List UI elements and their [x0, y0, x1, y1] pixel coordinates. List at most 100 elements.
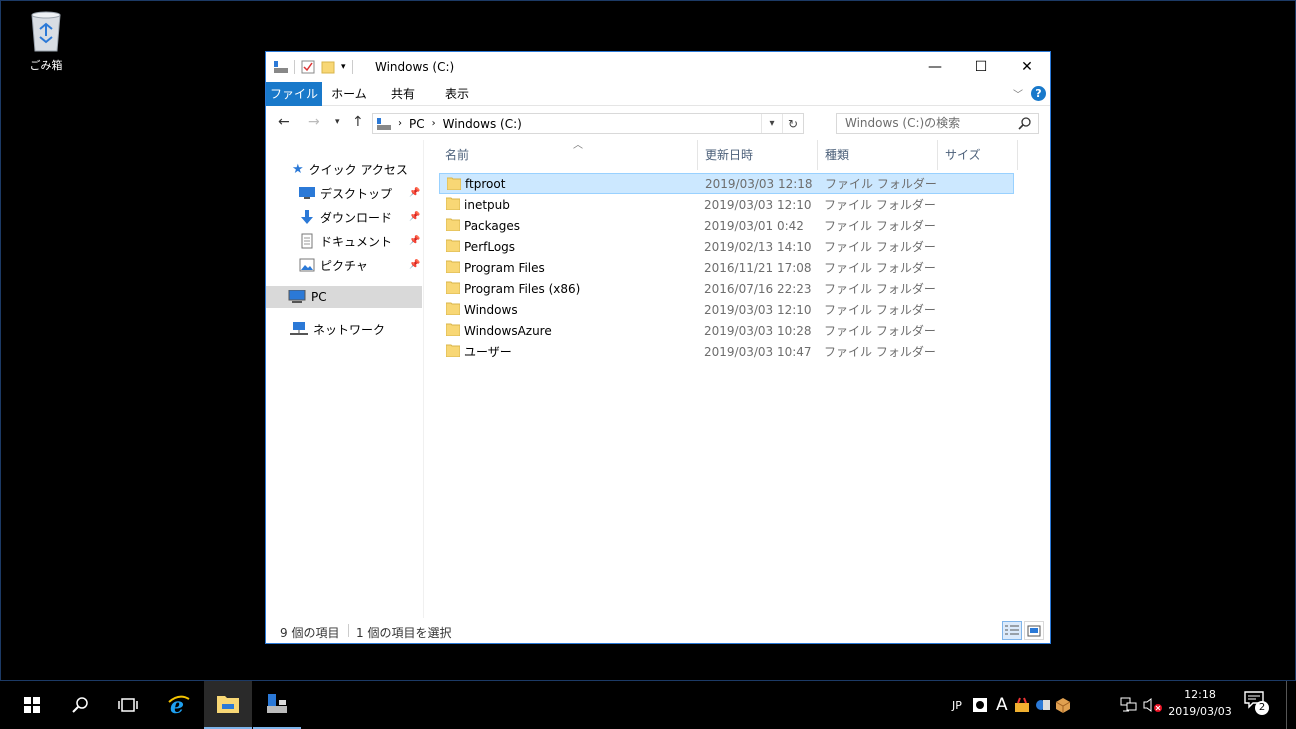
start-button[interactable] — [8, 681, 56, 729]
volume-button[interactable] — [1143, 681, 1163, 729]
back-arrow-icon[interactable]: ← — [278, 114, 290, 130]
pin-icon[interactable]: 📌 — [409, 236, 420, 246]
file-type: ファイル フォルダー — [824, 219, 936, 233]
tab-file[interactable]: ファイル — [266, 82, 322, 106]
column-label: 名前 — [445, 148, 470, 162]
nav-item-pc[interactable]: PC — [266, 286, 422, 308]
table-row[interactable]: Program Files (x86) 2016/07/16 22:23 ファイ… — [439, 278, 1014, 299]
nav-item-desktop[interactable]: デスクトップ — [299, 182, 392, 204]
clock[interactable]: 12:18 2019/03/03 — [1168, 686, 1232, 720]
tab-home[interactable]: ホーム — [326, 82, 372, 106]
tab-share[interactable]: 共有 — [380, 82, 426, 106]
table-row[interactable]: ftproot 2019/03/03 12:18 ファイル フォルダー — [439, 173, 1014, 194]
breadcrumb-pc[interactable]: PC — [409, 117, 425, 131]
column-header-date[interactable]: 更新日時 — [698, 140, 818, 170]
file-type: ファイル フォルダー — [824, 324, 936, 338]
document-icon — [301, 233, 313, 249]
file-date: 2019/03/03 12:10 — [704, 197, 812, 212]
toolbox-icon — [1015, 697, 1029, 712]
action-center-button[interactable]: 2 — [1244, 691, 1269, 717]
network-status-button[interactable] — [1120, 681, 1138, 729]
breadcrumb-separator-icon[interactable]: › — [398, 118, 402, 129]
table-row[interactable]: Packages 2019/03/01 0:42 ファイル フォルダー — [439, 215, 1014, 236]
file-name: ftproot — [465, 176, 506, 191]
ribbon: ファイル ホーム 共有 表示 ﹀ ? — [266, 82, 1050, 106]
table-row[interactable]: Windows 2019/03/03 12:10 ファイル フォルダー — [439, 299, 1014, 320]
nav-item-pictures[interactable]: ピクチャ — [299, 254, 368, 276]
customize-chevron-icon[interactable]: ▾ — [341, 62, 346, 72]
nav-quick-access[interactable]: ★ クイック アクセス — [292, 158, 408, 180]
recycle-bin-label: ごみ箱 — [29, 59, 63, 72]
ime-package-button[interactable] — [1055, 681, 1071, 729]
large-icons-view-button[interactable] — [1024, 621, 1044, 640]
table-row[interactable]: inetpub 2019/03/03 12:10 ファイル フォルダー — [439, 194, 1014, 215]
properties-icon[interactable] — [301, 60, 315, 74]
maximize-button[interactable]: ☐ — [958, 52, 1004, 82]
close-button[interactable]: ✕ — [1004, 52, 1050, 82]
file-type: ファイル フォルダー — [825, 177, 937, 191]
star-icon: ★ — [292, 161, 304, 177]
ime-pad-button[interactable] — [972, 681, 988, 729]
show-desktop-button[interactable] — [1286, 681, 1287, 729]
windows-logo-icon — [24, 697, 40, 713]
details-view-button[interactable] — [1002, 621, 1022, 640]
minimize-button[interactable]: — — [912, 52, 958, 82]
file-type: ファイル フォルダー — [824, 240, 936, 254]
file-name: Program Files (x86) — [464, 281, 581, 296]
window-title: Windows (C:) — [375, 60, 455, 74]
forward-arrow-icon[interactable]: → — [308, 114, 320, 130]
package-icon — [1055, 698, 1071, 713]
address-bar[interactable]: › PC › Windows (C:) ▾ ↻ — [372, 113, 804, 134]
folder-icon — [446, 323, 460, 336]
search-icon — [72, 697, 88, 713]
title-bar[interactable]: ▾ Windows (C:) — ☐ ✕ — [266, 52, 1050, 82]
column-header-size[interactable]: サイズ — [938, 140, 1018, 170]
details-view-icon — [1005, 625, 1019, 634]
pin-icon[interactable]: 📌 — [409, 188, 420, 198]
table-row[interactable]: PerfLogs 2019/02/13 14:10 ファイル フォルダー — [439, 236, 1014, 257]
ime-mode-button[interactable]: A — [996, 681, 1008, 729]
file-type: ファイル フォルダー — [824, 198, 936, 212]
column-header-name[interactable]: ︿ 名前 — [438, 140, 698, 170]
taskbar-file-explorer[interactable] — [204, 681, 252, 729]
search-button[interactable] — [56, 681, 104, 729]
table-row[interactable]: ユーザー 2019/03/03 10:47 ファイル フォルダー — [439, 341, 1014, 362]
column-label: 更新日時 — [705, 148, 754, 162]
drive-icon — [377, 117, 391, 130]
pin-icon[interactable]: 📌 — [409, 212, 420, 222]
breadcrumb-separator-icon[interactable]: › — [432, 118, 436, 129]
nav-item-downloads[interactable]: ダウンロード — [299, 206, 392, 228]
column-header-type[interactable]: 種類 — [818, 140, 938, 170]
refresh-icon[interactable]: ↻ — [782, 114, 803, 133]
taskbar-internet-explorer[interactable]: e — [155, 681, 203, 729]
search-input[interactable]: Windows (C:)の検索 — [836, 113, 1039, 134]
volume-muted-icon — [1143, 698, 1162, 712]
file-type: ファイル フォルダー — [824, 345, 936, 359]
table-row[interactable]: Program Files 2016/11/21 17:08 ファイル フォルダ… — [439, 257, 1014, 278]
ime-dictionary-button[interactable] — [1035, 681, 1051, 729]
nav-item-network[interactable]: ネットワーク — [290, 318, 385, 340]
help-icon[interactable]: ? — [1031, 86, 1046, 101]
file-name: PerfLogs — [464, 239, 516, 254]
file-type: ファイル フォルダー — [824, 282, 936, 296]
recycle-bin[interactable]: ごみ箱 — [19, 9, 73, 73]
tab-view[interactable]: 表示 — [434, 82, 480, 106]
taskbar-server-manager[interactable] — [253, 681, 301, 729]
new-folder-icon[interactable] — [321, 60, 335, 74]
expand-ribbon-chevron-icon[interactable]: ﹀ — [1013, 86, 1023, 101]
address-history-chevron-icon[interactable]: ▾ — [761, 114, 782, 133]
pin-icon[interactable]: 📌 — [409, 260, 420, 270]
recent-locations-chevron-icon[interactable]: ▾ — [335, 117, 340, 127]
folder-icon — [446, 260, 460, 273]
breadcrumb-drive[interactable]: Windows (C:) — [443, 117, 522, 131]
search-icon[interactable] — [1018, 116, 1032, 130]
ime-tool-button[interactable] — [1014, 681, 1030, 729]
table-row[interactable]: WindowsAzure 2019/03/03 10:28 ファイル フォルダー — [439, 320, 1014, 341]
task-view-button[interactable] — [104, 681, 152, 729]
taskbar: e JP A 12:18 2019/03/03 2 — [0, 681, 1296, 729]
nav-quick-access-label: クイック アクセス — [308, 162, 408, 177]
nav-item-documents[interactable]: ドキュメント — [299, 230, 392, 252]
ime-language[interactable]: JP — [952, 681, 962, 729]
up-arrow-icon[interactable]: ↑ — [352, 114, 364, 130]
drive-icon — [274, 61, 288, 73]
